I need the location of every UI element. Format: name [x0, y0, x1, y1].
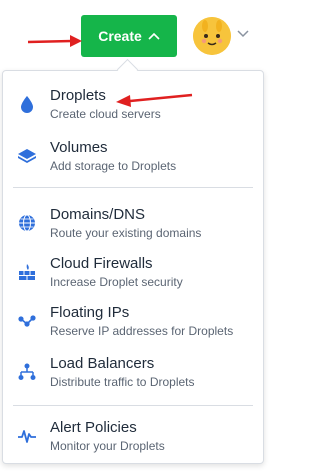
menu-item-domains-dns[interactable]: Domains/DNS Route your existing domains	[3, 204, 265, 248]
menu-item-subtitle: Add storage to Droplets	[50, 159, 177, 173]
floating-ip-icon	[18, 315, 36, 327]
menu-item-title: Floating IPs	[50, 304, 130, 321]
annotation-arrow-create	[27, 35, 82, 47]
page: Create Droplets Create cloud servers Vol…	[0, 0, 276, 472]
globe-icon	[19, 214, 35, 232]
firewall-icon	[19, 264, 35, 280]
menu-divider	[13, 405, 253, 406]
alert-policy-icon	[18, 430, 36, 443]
menu-item-cloud-firewalls[interactable]: Cloud Firewalls Increase Droplet securit…	[3, 253, 265, 297]
avatar[interactable]	[193, 17, 231, 55]
menu-item-subtitle: Monitor your Droplets	[50, 439, 165, 453]
menu-item-subtitle: Route your existing domains	[50, 226, 202, 240]
menu-item-title: Droplets	[50, 87, 106, 104]
menu-item-floating-ips[interactable]: Floating IPs Reserve IP addresses for Dr…	[3, 302, 265, 346]
load-balancer-icon	[18, 363, 36, 380]
menu-item-load-balancers[interactable]: Load Balancers Distribute traffic to Dro…	[3, 353, 265, 397]
menu-item-subtitle: Increase Droplet security	[50, 275, 183, 289]
create-button-label: Create	[98, 28, 142, 44]
create-button[interactable]: Create	[81, 15, 177, 57]
bunny-avatar-icon	[193, 17, 231, 55]
menu-item-subtitle: Reserve IP addresses for Droplets	[50, 324, 234, 338]
menu-item-title: Cloud Firewalls	[50, 255, 153, 272]
menu-item-subtitle: Distribute traffic to Droplets	[50, 375, 195, 389]
chevron-down-icon[interactable]	[236, 29, 250, 39]
menu-item-title: Volumes	[50, 139, 108, 156]
menu-item-alert-policies[interactable]: Alert Policies Monitor your Droplets	[3, 417, 265, 461]
menu-item-title: Load Balancers	[50, 355, 155, 372]
create-dropdown-menu: Droplets Create cloud servers Volumes Ad…	[2, 70, 264, 464]
droplet-icon	[21, 96, 33, 113]
chevron-up-icon	[148, 32, 160, 40]
menu-divider	[13, 187, 253, 188]
menu-item-volumes[interactable]: Volumes Add storage to Droplets	[3, 137, 265, 181]
volume-icon	[18, 149, 36, 163]
menu-item-title: Alert Policies	[50, 419, 137, 436]
annotation-arrow-droplets	[116, 93, 193, 107]
menu-item-title: Domains/DNS	[50, 206, 146, 223]
